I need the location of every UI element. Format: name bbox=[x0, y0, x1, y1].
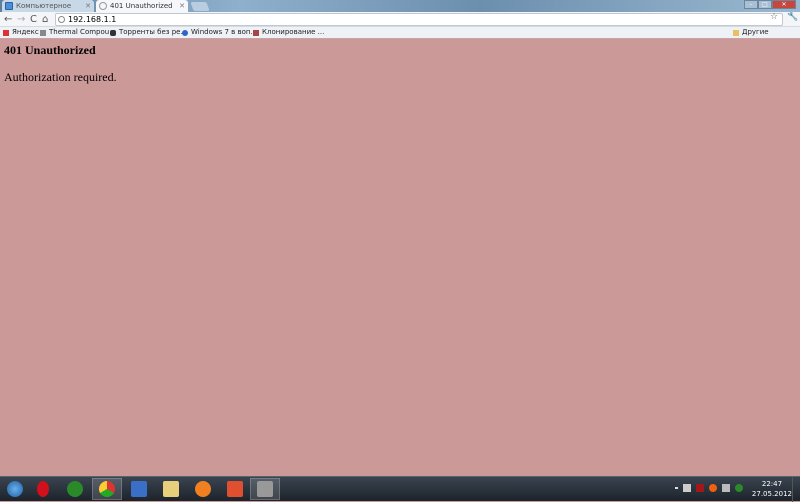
clock-time: 22:47 bbox=[761, 480, 783, 488]
tab-favicon-icon bbox=[5, 2, 13, 10]
tray-dash-icon[interactable] bbox=[675, 487, 678, 489]
opera-icon bbox=[37, 481, 49, 497]
bookmarks-bar: Яндекс Thermal Compou... Торренты без ре… bbox=[0, 27, 800, 47]
clock[interactable]: 22:47 27.05.2012 bbox=[752, 479, 792, 499]
taskbar-explorer[interactable] bbox=[156, 478, 186, 500]
powerpoint-icon bbox=[227, 481, 243, 497]
tab-label: 401 Unauthorized bbox=[110, 2, 173, 10]
taskbar-powerpoint[interactable] bbox=[220, 478, 250, 500]
utorrent-tray-icon[interactable] bbox=[735, 484, 743, 492]
tab-close-icon[interactable]: ✕ bbox=[85, 0, 91, 12]
taskbar-utorrent[interactable] bbox=[60, 478, 90, 500]
utorrent-icon bbox=[67, 481, 83, 497]
taskbar-chrome[interactable] bbox=[92, 478, 122, 500]
language-icon[interactable] bbox=[696, 484, 704, 492]
network-icon[interactable] bbox=[722, 484, 730, 492]
bookmark-windows7[interactable]: Windows 7 в воп... bbox=[182, 27, 257, 38]
taskbar-qip[interactable] bbox=[188, 478, 218, 500]
taskbar-word[interactable] bbox=[124, 478, 154, 500]
back-icon[interactable]: ← bbox=[4, 13, 12, 26]
reload-icon[interactable]: C bbox=[30, 13, 37, 26]
tab-favicon-icon bbox=[99, 2, 107, 10]
tab-401-unauthorized[interactable]: 401 Unauthorized ✕ bbox=[96, 0, 188, 12]
maximize-button[interactable]: □ bbox=[758, 0, 772, 9]
url-text: 192.168.1.1 bbox=[68, 15, 117, 24]
address-bar[interactable]: 192.168.1.1 bbox=[55, 13, 783, 26]
taskbar-opera[interactable] bbox=[28, 478, 58, 500]
alert-icon[interactable] bbox=[709, 484, 717, 492]
folder-icon bbox=[163, 481, 179, 497]
qip-icon bbox=[195, 481, 211, 497]
toolbar: ← → C ⌂ 192.168.1.1 ☆ 🔧 bbox=[0, 12, 800, 27]
bookmark-yandex[interactable]: Яндекс bbox=[3, 27, 39, 38]
taskbar-app[interactable] bbox=[250, 478, 280, 500]
page-icon bbox=[40, 30, 46, 36]
bookmark-torrents[interactable]: Торренты без ре... bbox=[110, 27, 187, 38]
yandex-icon bbox=[3, 30, 9, 36]
forward-icon[interactable]: → bbox=[17, 13, 25, 26]
folder-icon bbox=[733, 30, 739, 36]
globe-icon bbox=[58, 16, 65, 23]
bookmark-thermal[interactable]: Thermal Compou... bbox=[40, 27, 116, 38]
system-tray bbox=[675, 484, 743, 492]
volume-icon[interactable] bbox=[683, 484, 691, 492]
bookmark-label: Торренты без ре... bbox=[119, 28, 188, 36]
windows-logo-icon bbox=[7, 481, 23, 497]
title-bar: Компьютерное оборуд✕ 401 Unauthorized ✕ –… bbox=[0, 0, 800, 22]
wrench-menu-icon[interactable]: 🔧 bbox=[787, 12, 798, 22]
tab-computer-equipment[interactable]: Компьютерное оборуд✕ bbox=[2, 0, 94, 22]
bookmark-star-icon[interactable]: ☆ bbox=[770, 12, 778, 22]
torrent-icon bbox=[110, 30, 116, 36]
blue-circle-icon bbox=[182, 30, 188, 36]
app-icon bbox=[257, 481, 273, 497]
home-icon[interactable]: ⌂ bbox=[42, 13, 48, 26]
chrome-icon bbox=[99, 481, 115, 497]
show-desktop-button[interactable] bbox=[792, 477, 800, 502]
minimize-button[interactable]: – bbox=[744, 0, 758, 9]
bookmark-label: Клонирование ... bbox=[262, 28, 325, 36]
tab-close-icon[interactable]: ✕ bbox=[179, 0, 185, 12]
bookmark-cloning[interactable]: Клонирование ... bbox=[253, 27, 324, 38]
start-button[interactable] bbox=[0, 478, 30, 500]
word-icon bbox=[131, 481, 147, 497]
bookmark-label: Windows 7 в воп... bbox=[191, 28, 258, 36]
page-content: 401 Unauthorized Authorization required. bbox=[0, 39, 800, 476]
taskbar: 22:47 27.05.2012 bbox=[0, 476, 800, 502]
clock-date: 27.05.2012 bbox=[751, 490, 792, 498]
close-window-button[interactable]: ✕ bbox=[772, 0, 796, 9]
new-tab-button[interactable] bbox=[190, 2, 210, 11]
page-heading: 401 Unauthorized bbox=[4, 43, 96, 57]
bookmark-label: Thermal Compou... bbox=[49, 28, 116, 36]
site-icon bbox=[253, 30, 259, 36]
bookmark-label: Яндекс bbox=[12, 28, 39, 36]
page-message: Authorization required. bbox=[4, 70, 117, 84]
